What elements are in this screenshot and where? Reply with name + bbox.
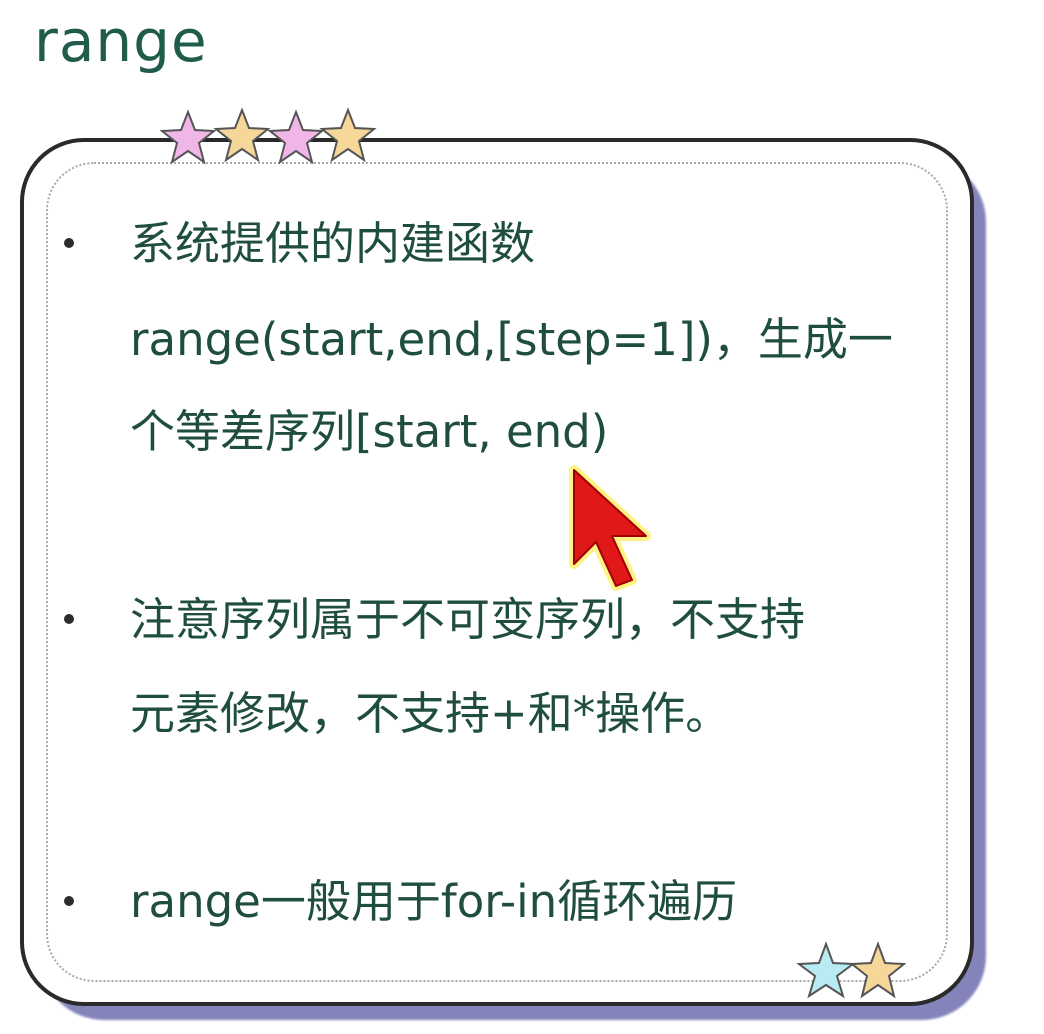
decorative-stars-bottom [796, 941, 906, 999]
bullet-1-line-1: 系统提供的内建函数 [130, 217, 536, 270]
bullet-marker [60, 234, 78, 252]
star-cyan-icon [796, 941, 856, 999]
slide-title: range [34, 7, 208, 75]
star-yellow-icon [319, 107, 377, 163]
bullet-marker [60, 892, 78, 910]
bullet-1-line-3: 个等差序列[start, end) [130, 405, 609, 458]
star-yellow-icon [849, 941, 906, 999]
mouse-cursor-icon [569, 465, 651, 591]
star-pink-icon [267, 109, 325, 165]
star-pink-icon [160, 109, 217, 165]
bullet-2-line-2: 元素修改，不支持+和*操作。 [130, 687, 731, 740]
bullet-1-line-2: range(start,end,[step=1])，生成一 [130, 313, 893, 366]
bullet-3-line-1: range一般用于for-in循环遍历 [130, 875, 738, 928]
star-yellow-icon [213, 107, 271, 163]
card-dotted-border [46, 162, 948, 982]
decorative-stars-top [160, 107, 377, 165]
bullet-2-line-1: 注意序列属于不可变序列，不支持 [130, 593, 806, 646]
bullet-marker [60, 610, 78, 628]
